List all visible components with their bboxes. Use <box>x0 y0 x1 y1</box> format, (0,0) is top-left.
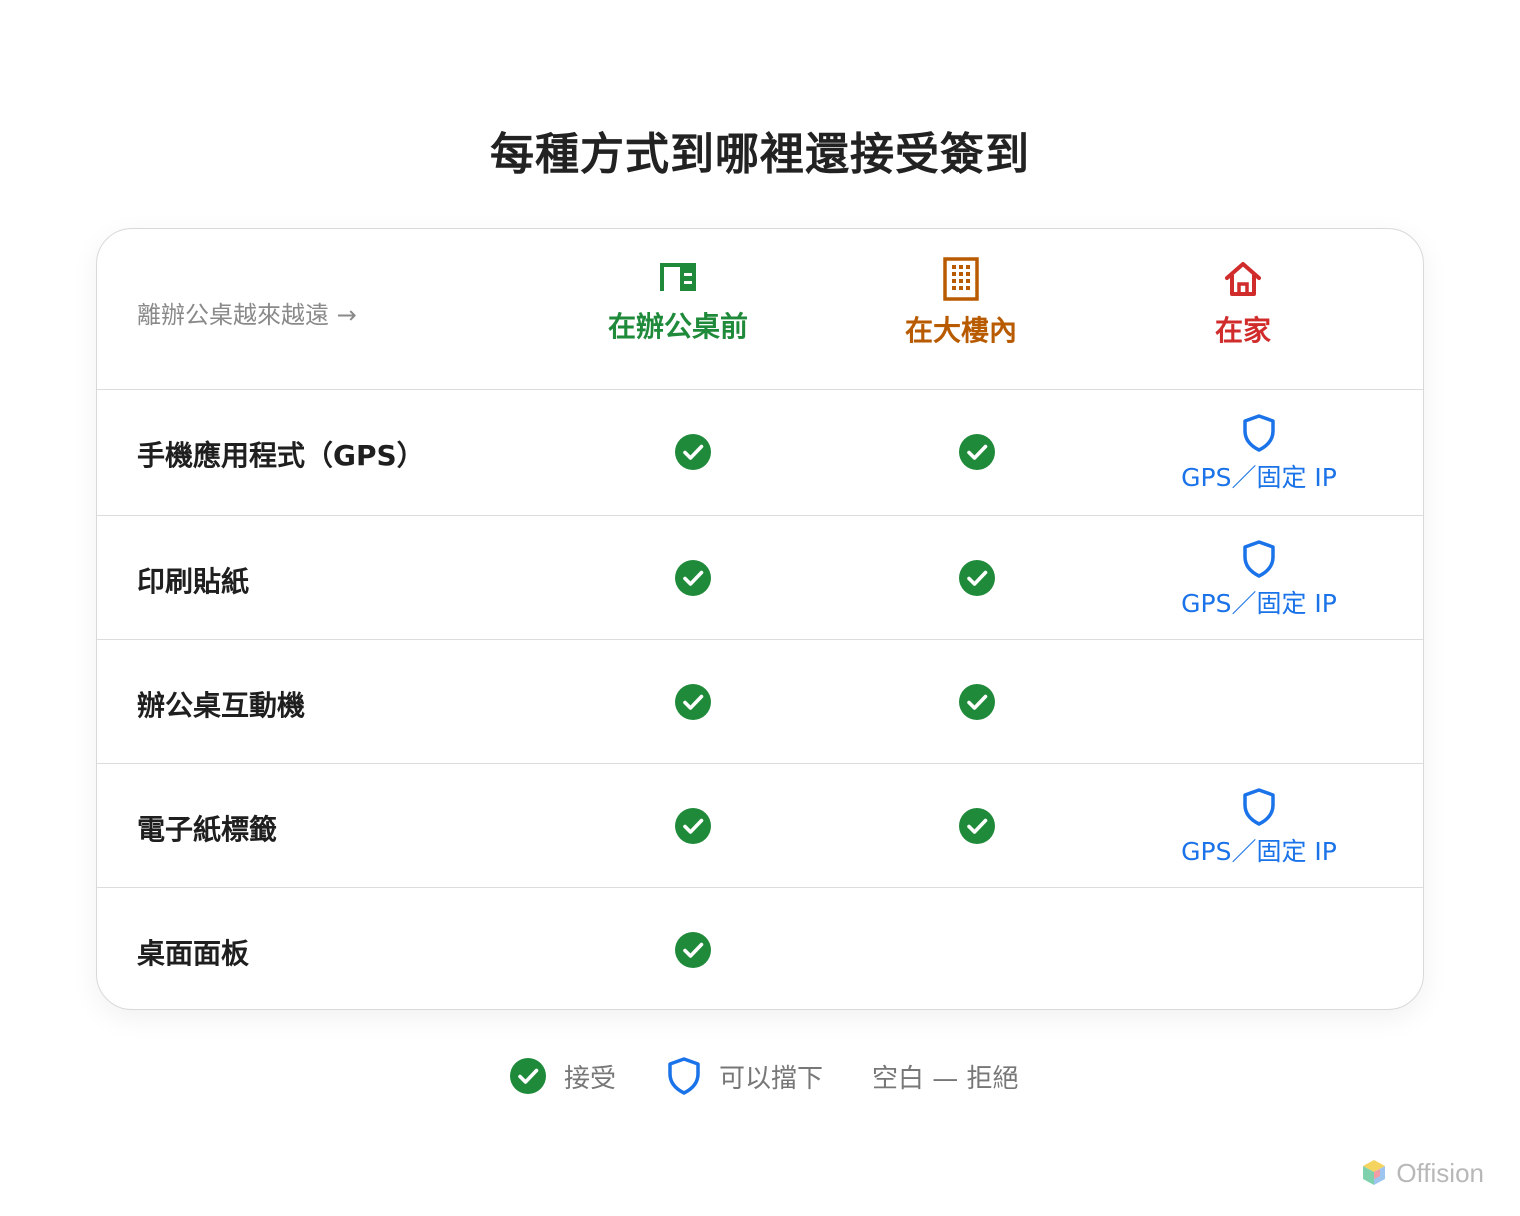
method-label: 電子紙標籤 <box>137 813 278 846</box>
block-method-note: GPS／固定 IP <box>1181 589 1337 618</box>
blockable-cell: GPS／固定 IP <box>1139 540 1379 620</box>
shield-icon <box>668 1057 700 1095</box>
table-row: 手機應用程式（GPS） GPS／固定 IP <box>97 389 1423 513</box>
legend-label-accept: 接受 <box>564 1063 617 1094</box>
shield-icon <box>1243 540 1275 578</box>
method-label: 印刷貼紙 <box>137 565 250 598</box>
blockable-cell: GPS／固定 IP <box>1139 414 1379 494</box>
blockable-cell: GPS／固定 IP <box>1139 788 1379 868</box>
brand-logo: Offision <box>1360 1158 1484 1188</box>
column-header-home: 在家 <box>1123 261 1363 349</box>
check-icon <box>959 808 995 844</box>
column-header-desk: 在辦公桌前 <box>558 261 798 345</box>
legend-label-reject: 空白 — 拒絕 <box>872 1063 1019 1094</box>
legend: 接受 可以擋下 空白 — 拒絕 <box>0 1056 1520 1096</box>
block-method-note: GPS／固定 IP <box>1181 837 1337 866</box>
legend-item-reject: 空白 — 拒絕 <box>872 1056 1019 1096</box>
building-icon <box>943 257 979 301</box>
check-icon <box>675 434 711 470</box>
column-label-desk: 在辦公桌前 <box>607 310 748 343</box>
method-label: 桌面面板 <box>137 937 250 970</box>
shield-icon <box>1243 414 1275 452</box>
distance-label: 離辦公桌越來越遠 → <box>137 301 357 329</box>
column-header-building: 在大樓內 <box>841 257 1081 349</box>
check-icon <box>675 932 711 968</box>
comparison-table: 離辦公桌越來越遠 → 在辦公桌前 在大樓內 在家 手機應用程式（GPS） GPS… <box>96 228 1424 1010</box>
check-icon <box>675 560 711 596</box>
table-row: 電子紙標籤 GPS／固定 IP <box>97 763 1423 887</box>
table-row: 印刷貼紙 GPS／固定 IP <box>97 515 1423 639</box>
check-icon <box>675 684 711 720</box>
page-title: 每種方式到哪裡還接受簽到 <box>490 130 1030 179</box>
offision-logo-icon <box>1363 1160 1386 1185</box>
method-label: 辦公桌互動機 <box>137 689 306 722</box>
brand-name: Offision <box>1396 1157 1484 1188</box>
table-header-row: 離辦公桌越來越遠 → 在辦公桌前 在大樓內 在家 <box>97 229 1423 389</box>
home-icon <box>1225 262 1261 296</box>
check-icon <box>510 1058 546 1094</box>
check-icon <box>959 560 995 596</box>
check-icon <box>675 808 711 844</box>
column-label-home: 在家 <box>1214 314 1271 347</box>
legend-label-blockable: 可以擋下 <box>719 1063 824 1094</box>
desk-icon <box>660 263 696 291</box>
shield-icon <box>1243 788 1275 826</box>
check-icon <box>959 434 995 470</box>
check-icon <box>959 684 995 720</box>
table-row: 桌面面板 <box>97 887 1423 1009</box>
legend-item-accept: 接受 <box>510 1056 616 1096</box>
legend-item-blockable: 可以擋下 <box>667 1056 823 1096</box>
table-row: 辦公桌互動機 <box>97 639 1423 763</box>
method-label: 手機應用程式（GPS） <box>137 439 425 472</box>
column-label-building: 在大樓內 <box>904 314 1017 347</box>
block-method-note: GPS／固定 IP <box>1181 463 1337 492</box>
